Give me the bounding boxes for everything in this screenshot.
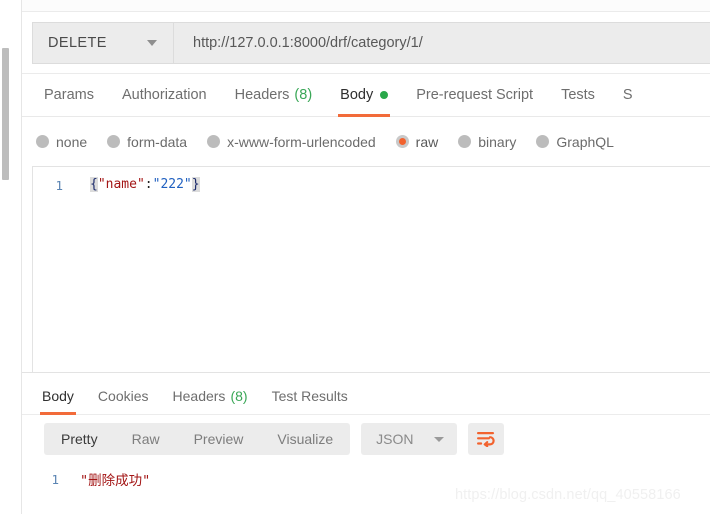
tab-params[interactable]: Params [30, 74, 108, 117]
radio-icon [107, 135, 121, 148]
response-view-mode-group: Pretty Raw Preview Visualize [44, 423, 351, 455]
radio-icon [536, 135, 550, 148]
response-tab-cookies[interactable]: Cookies [86, 378, 161, 415]
tab-authorization[interactable]: Authorization [108, 74, 221, 117]
response-format-label: JSON [376, 431, 414, 447]
body-type-radio-group: none form-data x-www-form-urlencoded raw… [22, 117, 710, 166]
response-tabs: Body Cookies Headers (8) Test Results [22, 378, 710, 415]
view-mode-preview[interactable]: Preview [177, 423, 261, 455]
body-type-none[interactable]: none [36, 134, 87, 150]
chevron-down-icon [433, 436, 444, 442]
tab-body-label: Body [340, 87, 374, 103]
editor-code: {"name":"222"} [71, 176, 200, 194]
view-mode-visualize-label: Visualize [277, 431, 334, 447]
editor-line-number: 1 [55, 177, 63, 193]
response-tab-test-results[interactable]: Test Results [260, 378, 360, 415]
tab-settings-label: S [622, 87, 633, 103]
response-view-toolbar: Pretty Raw Preview Visualize JSON [22, 415, 710, 463]
view-mode-preview-label: Preview [193, 431, 244, 447]
body-type-form-data[interactable]: form-data [107, 134, 187, 150]
view-mode-raw-label: Raw [131, 431, 160, 447]
url-input[interactable]: http://127.0.0.1:8000/drf/category/1/ [173, 22, 710, 64]
response-tab-headers-count: (8) [230, 388, 248, 404]
tab-params-label: Params [44, 87, 94, 103]
tab-body[interactable]: Body [326, 74, 402, 117]
json-open-brace: { [90, 177, 98, 192]
response-body-text: "删除成功" [80, 473, 151, 489]
tab-pre-request-script[interactable]: Pre-request Script [402, 74, 547, 117]
json-key: "name" [97, 177, 145, 192]
tab-tests-label: Tests [561, 87, 595, 103]
radio-selected-icon [395, 135, 409, 148]
response-tab-headers-label: Headers [172, 388, 226, 404]
response-tab-test-results-label: Test Results [271, 388, 348, 404]
body-type-urlencoded[interactable]: x-www-form-urlencoded [207, 134, 376, 150]
response-line-number: 1 [51, 471, 59, 487]
response-tab-cookies-label: Cookies [97, 388, 149, 404]
editor-line: 1 {"name":"222"} [33, 174, 200, 196]
body-type-graphql-label: GraphQL [556, 133, 614, 150]
word-wrap-icon [477, 432, 495, 447]
tab-pre-request-script-label: Pre-request Script [416, 87, 534, 103]
left-gutter [0, 0, 22, 514]
tab-settings[interactable]: S [609, 74, 647, 117]
word-wrap-button[interactable] [467, 423, 504, 455]
body-type-form-data-label: form-data [127, 133, 188, 150]
body-type-raw-label: raw [415, 133, 439, 150]
request-body-editor[interactable]: 1 {"name":"222"} [32, 166, 710, 372]
json-close-brace: } [191, 177, 200, 192]
response-tab-body[interactable]: Body [30, 378, 86, 415]
body-type-binary-label: binary [478, 133, 517, 150]
chevron-down-icon [147, 40, 157, 46]
body-type-urlencoded-label: x-www-form-urlencoded [227, 133, 376, 150]
body-type-none-label: none [56, 133, 88, 150]
vertical-scrollbar[interactable] [2, 48, 9, 180]
tab-headers[interactable]: Headers (8) [221, 74, 327, 117]
url-text: http://127.0.0.1:8000/drf/category/1/ [193, 35, 423, 51]
body-type-raw[interactable]: raw [395, 133, 439, 150]
body-indicator-dot-icon [380, 91, 389, 99]
view-mode-pretty[interactable]: Pretty [44, 423, 115, 455]
radio-icon [207, 135, 221, 148]
http-method-label: DELETE [48, 35, 107, 51]
view-mode-pretty-label: Pretty [61, 431, 98, 447]
view-mode-visualize[interactable]: Visualize [260, 423, 350, 455]
view-mode-raw[interactable]: Raw [115, 423, 177, 455]
body-type-binary[interactable]: binary [458, 134, 516, 150]
http-method-dropdown[interactable]: DELETE [32, 22, 173, 64]
tab-headers-count: (8) [294, 87, 313, 103]
url-bar-row: DELETE http://127.0.0.1:8000/drf/categor… [22, 12, 710, 74]
json-colon: : [144, 177, 153, 192]
top-strip [22, 0, 710, 12]
radio-icon [458, 135, 472, 148]
response-body-line: 1 "删除成功" [22, 469, 151, 490]
request-tabs: Params Authorization Headers (8) Body Pr… [22, 74, 710, 117]
tab-authorization-label: Authorization [121, 87, 207, 103]
tab-headers-label: Headers [234, 87, 290, 103]
postman-window: DELETE http://127.0.0.1:8000/drf/categor… [0, 0, 710, 514]
response-format-dropdown[interactable]: JSON [361, 423, 457, 455]
request-response-pane: DELETE http://127.0.0.1:8000/drf/categor… [22, 0, 710, 514]
json-value: "222" [152, 177, 192, 192]
body-type-graphql[interactable]: GraphQL [536, 134, 614, 150]
tab-tests[interactable]: Tests [547, 74, 609, 117]
response-tab-body-label: Body [42, 388, 74, 404]
radio-icon [36, 135, 49, 148]
response-tab-headers[interactable]: Headers (8) [161, 378, 260, 415]
watermark: https://blog.csdn.net/qq_40558166 [455, 487, 681, 503]
